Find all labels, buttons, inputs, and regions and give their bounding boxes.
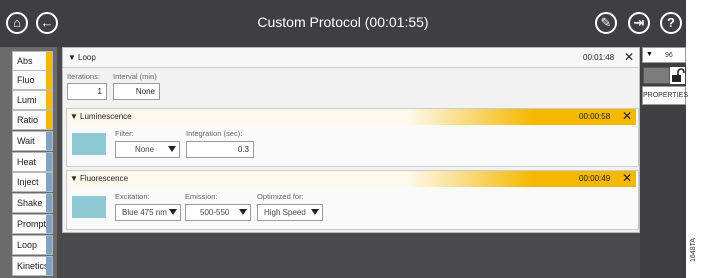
integration-field[interactable]: 0.3 xyxy=(186,141,254,158)
sidebar-item-ratio[interactable]: Ratio xyxy=(12,110,53,130)
excitation-select[interactable]: Blue 475 nm xyxy=(115,204,181,221)
unlock-icon[interactable] xyxy=(670,67,685,84)
dropdown-arrow-icon xyxy=(168,146,176,152)
category-color-tab xyxy=(46,71,52,89)
plate-grid-icon[interactable] xyxy=(643,67,670,84)
emission-value: 500-550 xyxy=(200,208,230,217)
category-color-tab xyxy=(46,111,52,129)
plate-select[interactable]: ▼ 96 xyxy=(642,47,686,63)
category-color-tab xyxy=(46,132,52,150)
chevron-down-icon[interactable]: ▼ xyxy=(70,112,78,121)
sidebar-item-label: Lumi xyxy=(17,95,37,105)
dropdown-arrow-icon xyxy=(239,209,247,215)
luminescence-time: 00:00:58 xyxy=(579,112,611,121)
sidebar-item-label: Wait xyxy=(17,136,35,146)
close-icon[interactable]: ✕ xyxy=(622,109,632,123)
sidebar-item-wait[interactable]: Wait xyxy=(12,131,53,151)
help-button[interactable]: ? xyxy=(660,12,682,34)
close-icon[interactable]: ✕ xyxy=(622,171,632,185)
sidebar-item-label: Abs xyxy=(17,56,33,66)
loop-title: Loop xyxy=(78,53,96,62)
loop-time: 00:01:48 xyxy=(583,53,615,62)
plate-value: 96 xyxy=(665,52,673,59)
optimized-select[interactable]: High Speed xyxy=(257,204,323,221)
interval-label: Interval (min) xyxy=(113,72,157,81)
sidebar-item-label: Prompt xyxy=(17,219,47,229)
sidebar-item-label: Ratio xyxy=(17,115,39,125)
iterations-label: Iterations: xyxy=(67,72,100,81)
integration-label: Integration (sec): xyxy=(186,129,243,138)
close-icon[interactable]: ✕ xyxy=(624,50,634,64)
chevron-down-icon[interactable]: ▼ xyxy=(68,53,76,62)
sidebar-item-label: Heat xyxy=(17,157,37,167)
page-title: Custom Protocol (00:01:55) xyxy=(257,14,429,30)
sidebar-item-label: Fluo xyxy=(17,75,35,85)
protocol-panel: ▼ Loop 00:01:48 ✕ Iterations: Interval (… xyxy=(62,47,640,233)
iterations-field[interactable]: 1 xyxy=(67,83,107,100)
emission-select[interactable]: 500-550 xyxy=(185,204,251,221)
luminescence-title: Luminescence xyxy=(80,112,132,121)
fluorescence-time: 00:00:49 xyxy=(579,174,611,183)
properties-button[interactable]: PROPERTIES xyxy=(642,86,688,105)
category-color-tab xyxy=(46,236,52,254)
sidebar-item-fluo[interactable]: Fluo xyxy=(12,70,53,90)
pencil-icon[interactable]: ✎ xyxy=(595,12,617,34)
fluorescence-header[interactable]: ▼ Fluorescence 00:00:49 ✕ xyxy=(67,171,636,187)
category-color-tab xyxy=(46,257,52,275)
sidebar-item-heat[interactable]: Heat xyxy=(12,152,53,172)
chevron-down-icon: ▼ xyxy=(646,51,653,58)
exit-icon[interactable]: ⇥ xyxy=(628,12,650,34)
sidebar-item-label: Kinetics xyxy=(17,261,49,271)
excitation-value: Blue 475 nm xyxy=(122,208,167,217)
sidebar-item-kinetics[interactable]: Kinetics xyxy=(12,256,53,276)
loop-header[interactable]: ▼ Loop 00:01:48 ✕ xyxy=(63,48,639,68)
fluorescence-step: ▼ Fluorescence 00:00:49 ✕ Excitation: Bl… xyxy=(66,170,639,230)
sidebar-item-shake[interactable]: Shake xyxy=(12,193,53,213)
category-color-tab xyxy=(46,194,52,212)
color-swatch xyxy=(72,196,106,218)
sidebar-item-inject[interactable]: Inject xyxy=(12,172,53,192)
dropdown-arrow-icon xyxy=(311,209,319,215)
sidebar-item-label: Loop xyxy=(17,240,38,250)
optimized-value: High Speed xyxy=(264,208,306,217)
excitation-label: Excitation: xyxy=(115,192,150,201)
sidebar-item-lumi[interactable]: Lumi xyxy=(12,90,53,110)
category-color-tab xyxy=(46,52,52,70)
sidebar-item-label: Shake xyxy=(17,198,43,208)
figure-label: 1648TA xyxy=(690,238,697,262)
color-swatch xyxy=(72,133,106,155)
fluorescence-title: Fluorescence xyxy=(80,174,129,183)
interval-field[interactable]: None xyxy=(113,83,160,100)
filter-label: Filter: xyxy=(115,129,134,138)
emission-label: Emission: xyxy=(185,192,218,201)
category-color-tab xyxy=(46,215,52,233)
sidebar-item-loop[interactable]: Loop xyxy=(12,235,53,255)
filter-select[interactable]: None xyxy=(115,141,180,158)
dropdown-arrow-icon xyxy=(169,209,177,215)
sidebar-item-label: Inject xyxy=(17,177,39,187)
luminescence-header[interactable]: ▼ Luminescence 00:00:58 ✕ xyxy=(67,109,636,125)
top-bar: ⌂ ← Custom Protocol (00:01:55) ✎ ⇥ ? xyxy=(0,0,686,47)
category-color-tab xyxy=(46,91,52,109)
filter-value: None xyxy=(134,145,155,154)
optimized-label: Optimized for: xyxy=(257,192,304,201)
chevron-down-icon[interactable]: ▼ xyxy=(70,174,78,183)
category-color-tab xyxy=(46,173,52,191)
category-color-tab xyxy=(46,153,52,171)
sidebar-item-abs[interactable]: Abs xyxy=(12,51,53,71)
sidebar-item-prompt[interactable]: Prompt xyxy=(12,214,53,234)
luminescence-step: ▼ Luminescence 00:00:58 ✕ Filter: None I… xyxy=(66,108,639,167)
